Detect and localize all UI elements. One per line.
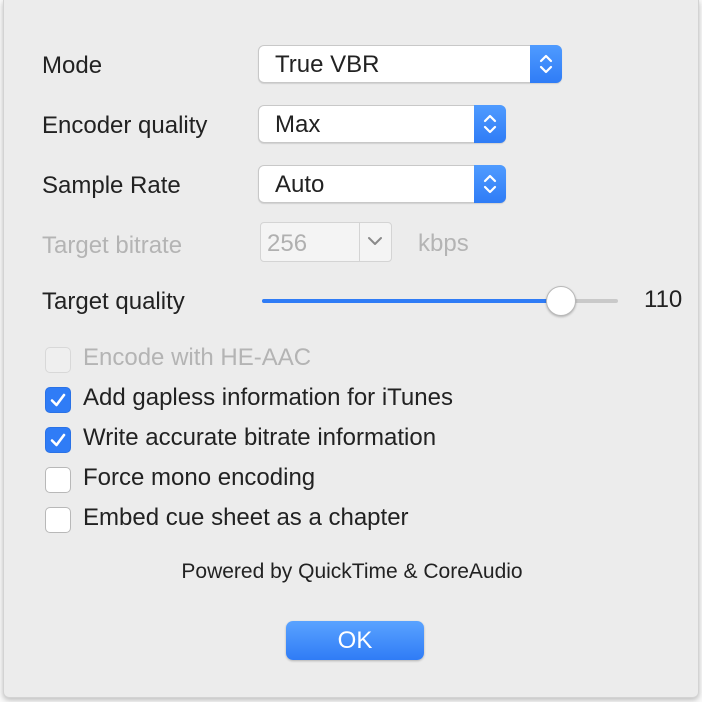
checkbox-label: Write accurate bitrate information: [83, 424, 437, 451]
slider-fill: [262, 299, 562, 303]
checkbox-label: Force mono encoding: [83, 464, 316, 491]
chevron-up-down-icon: [530, 45, 562, 83]
chevron-up-down-icon: [474, 165, 506, 203]
chevron-down-icon: [368, 237, 382, 245]
checkbox-label: Add gapless information for iTunes: [83, 384, 453, 411]
slider-knob[interactable]: [546, 286, 577, 316]
checkbox-label: Encode with HE-AAC: [83, 344, 312, 371]
checkmark-icon: [50, 433, 66, 447]
mode-value: True VBR: [275, 51, 380, 78]
target-bitrate-label: Target bitrate: [42, 232, 183, 259]
mode-popup[interactable]: True VBR: [258, 45, 562, 83]
checkbox-box[interactable]: [45, 427, 71, 453]
powered-by-text: Powered by QuickTime & CoreAudio: [181, 560, 523, 583]
encoder-quality-label: Encoder quality: [42, 112, 208, 139]
encoder-quality-popup[interactable]: Max: [258, 105, 506, 143]
checkbox-box: [45, 347, 71, 373]
checkbox-box[interactable]: [45, 387, 71, 413]
mode-label: Mode: [42, 52, 103, 79]
settings-sheet: Mode True VBR Encoder quality Max Sample…: [3, 0, 699, 698]
sample-rate-label: Sample Rate: [42, 172, 181, 199]
checkbox-box[interactable]: [45, 507, 71, 533]
sample-rate-popup[interactable]: Auto: [258, 165, 506, 203]
checkbox-label: Embed cue sheet as a chapter: [83, 504, 409, 531]
checkbox-box[interactable]: [45, 467, 71, 493]
target-bitrate-combobox[interactable]: 256: [260, 222, 392, 262]
ok-button[interactable]: OK: [286, 621, 424, 660]
checkmark-icon: [50, 393, 66, 407]
bitrate-unit: kbps: [418, 230, 469, 257]
encoder-quality-value: Max: [275, 111, 321, 138]
target-quality-value: 110: [644, 286, 683, 313]
sample-rate-value: Auto: [275, 171, 325, 198]
target-bitrate-value: 256: [267, 230, 308, 257]
target-quality-label: Target quality: [42, 288, 185, 315]
combo-divider: [359, 223, 360, 261]
chevron-up-down-icon: [474, 105, 506, 143]
